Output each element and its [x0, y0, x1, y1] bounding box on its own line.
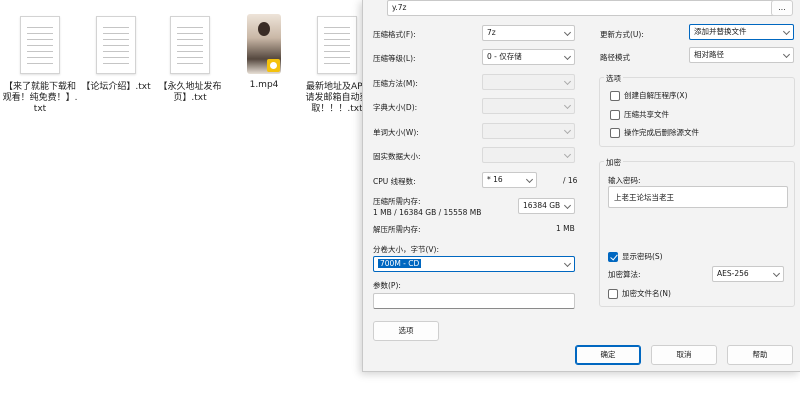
play-badge-icon [267, 59, 280, 72]
method-label: 压缩方法(M): [373, 79, 418, 88]
options-group-title: 选项 [604, 73, 623, 84]
level-label: 压缩等级(L): [373, 54, 416, 63]
level-combo[interactable]: 0 - 仅存储 [482, 49, 575, 65]
delete-checkbox[interactable]: 操作完成后删除源文件 [610, 128, 699, 138]
chevron-down-icon [563, 28, 572, 37]
file-name: 1.mp4 [249, 80, 279, 90]
params-label: 参数(P): [373, 281, 401, 290]
cpu-label: CPU 线程数: [373, 177, 416, 186]
chevron-down-icon [772, 269, 781, 278]
enc-method-label: 加密算法: [608, 270, 641, 279]
update-label: 更新方式(U): [600, 30, 644, 39]
mem-detail: 1 MB / 16384 GB / 15558 MB [373, 208, 482, 217]
encrypt-names-checkbox[interactable]: 加密文件名(N) [608, 289, 671, 299]
mem-label: 压缩所需内存: [373, 197, 421, 206]
password-label: 输入密码: [608, 176, 641, 185]
format-combo[interactable]: 7z [482, 25, 575, 41]
chevron-down-icon [782, 27, 791, 36]
split-label: 分卷大小，字节(V): [373, 245, 440, 254]
split-combo[interactable]: 700M - CD [373, 256, 575, 272]
file-name: 【论坛介绍】.txt [81, 82, 151, 92]
chevron-down-icon [782, 50, 791, 59]
help-button[interactable]: 帮助 [727, 345, 793, 365]
add-to-archive-dialog: y.7z ... 压缩格式(F): 7z 压缩等级(L): 0 - 仅存储 压缩… [362, 0, 800, 372]
text-file-icon [17, 16, 63, 78]
cpu-value: * 16 [487, 175, 503, 184]
chevron-down-icon [563, 77, 572, 86]
archive-path-combo[interactable]: y.7z [387, 0, 785, 16]
chevron-down-icon [563, 52, 572, 61]
enc-method-combo[interactable]: AES-256 [712, 266, 784, 282]
encryption-group: 加密 输入密码: 上老王论坛当老王 显示密码(S) 加密算法: AES-256 … [599, 157, 795, 307]
options-button[interactable]: 选项 [373, 321, 439, 341]
dict-combo[interactable] [482, 98, 575, 114]
sfx-checkbox-label: 创建自解压程序(X) [624, 91, 688, 100]
word-combo[interactable] [482, 123, 575, 139]
level-value: 0 - 仅存储 [487, 52, 522, 61]
video-thumbnail-icon [241, 14, 287, 76]
params-input[interactable] [373, 293, 575, 309]
explorer-file-area: 【来了就能下载和观看！纯免费！】.txt 【论坛介绍】.txt 【永久地址发布页… [0, 0, 369, 416]
file-item[interactable]: 1.mp4 [226, 14, 302, 91]
path-combo[interactable]: 相对路径 [689, 47, 794, 63]
options-group: 选项 创建自解压程序(X) 压缩共享文件 操作完成后删除源文件 [599, 73, 795, 147]
word-label: 单词大小(W): [373, 128, 419, 137]
mem-combo[interactable]: 16384 GB [518, 198, 575, 214]
show-password-checkbox[interactable]: 显示密码(S) [608, 252, 663, 262]
delete-checkbox-label: 操作完成后删除源文件 [624, 128, 699, 137]
file-name: 【来了就能下载和观看！纯免费！】.txt [2, 82, 78, 114]
text-file-icon [93, 16, 139, 78]
chevron-down-icon [563, 201, 572, 210]
chevron-down-icon [563, 101, 572, 110]
cpu-total: / 16 [563, 176, 578, 185]
update-combo[interactable]: 添加并替换文件 [689, 24, 794, 40]
chevron-down-icon [563, 150, 572, 159]
cpu-combo[interactable]: * 16 [482, 172, 537, 188]
show-password-label: 显示密码(S) [622, 252, 663, 261]
format-value: 7z [487, 28, 496, 37]
file-item[interactable]: 【论坛介绍】.txt [78, 14, 154, 93]
shared-checkbox-label: 压缩共享文件 [624, 110, 669, 119]
solid-combo[interactable] [482, 147, 575, 163]
screen: 【来了就能下载和观看！纯免费！】.txt 【论坛介绍】.txt 【永久地址发布页… [0, 0, 800, 416]
text-file-icon [167, 16, 213, 78]
path-label: 路径模式 [600, 53, 630, 62]
format-label: 压缩格式(F): [373, 30, 416, 39]
mem-value: 16384 GB [523, 201, 561, 210]
cancel-button[interactable]: 取消 [651, 345, 717, 365]
text-file-icon [314, 16, 360, 78]
decomp-label: 解压所需内存: [373, 225, 421, 234]
shared-checkbox[interactable]: 压缩共享文件 [610, 110, 669, 120]
dict-label: 字典大小(D): [373, 103, 418, 112]
chevron-down-icon [563, 259, 572, 268]
archive-path-value: y.7z [392, 3, 407, 12]
password-input[interactable]: 上老王论坛当老王 [608, 186, 788, 208]
file-item[interactable]: 【来了就能下载和观看！纯免费！】.txt [2, 14, 78, 115]
encryption-group-title: 加密 [604, 157, 623, 168]
method-combo[interactable] [482, 74, 575, 90]
solid-label: 固实数据大小: [373, 152, 421, 161]
chevron-down-icon [525, 175, 534, 184]
decomp-value: 1 MB [556, 224, 575, 233]
encrypt-names-label: 加密文件名(N) [622, 289, 671, 298]
chevron-down-icon [563, 126, 572, 135]
browse-button[interactable]: ... [771, 0, 793, 16]
sfx-checkbox[interactable]: 创建自解压程序(X) [610, 91, 688, 101]
split-value: 700M - CD [378, 259, 422, 268]
enc-method-value: AES-256 [717, 269, 749, 278]
update-value: 添加并替换文件 [694, 27, 747, 36]
ok-button[interactable]: 确定 [575, 345, 641, 365]
file-item[interactable]: 【永久地址发布页】.txt [152, 14, 228, 104]
path-value: 相对路径 [694, 50, 724, 59]
file-name: 【永久地址发布页】.txt [158, 82, 222, 103]
